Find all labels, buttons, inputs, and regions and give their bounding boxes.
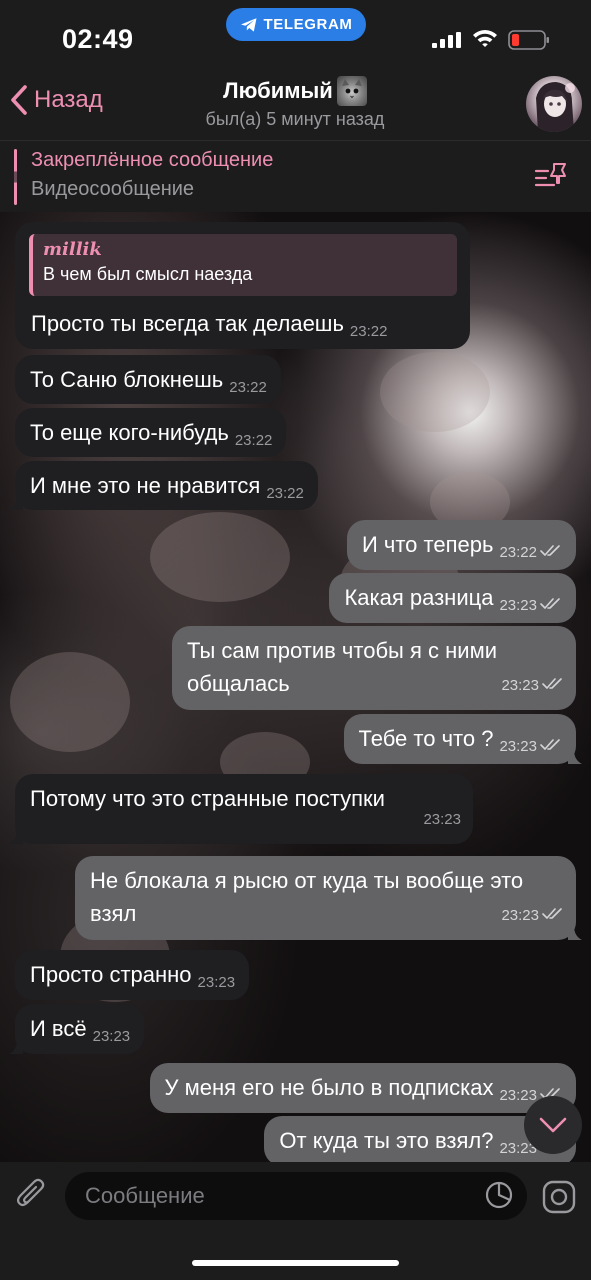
wifi-icon [473,30,497,47]
bubble-tail [9,496,23,510]
bubble-tail [568,750,582,764]
chat-status: был(а) 5 минут назад [205,109,385,129]
telegram-pill-label: TELEGRAM [263,16,353,33]
camera-icon[interactable] [541,1179,577,1215]
message-time: 23:23 [197,974,236,991]
reply-author: millik [43,239,102,260]
pinned-title: Закреплённое сообщение [31,149,274,171]
message-text: Тебе то что ? [358,726,494,751]
message-outgoing[interactable]: Тебе то что ? 23:23 [343,714,582,764]
message-time: 23:23 [499,1087,537,1104]
reply-text: В чем был смысл наезда [43,264,253,284]
read-checks-icon [540,545,560,556]
message-text: От куда ты это взял? [279,1128,494,1153]
message-time: 23:22 [349,323,388,340]
message-text: У меня его не было в подписках [164,1075,494,1100]
message-time: 23:22 [229,379,267,396]
scroll-to-bottom-button[interactable] [524,1096,582,1154]
message-time: 23:23 [423,811,461,828]
message-meta: 23:22 [499,536,562,569]
message-time: 23:23 [499,738,537,755]
message-time: 23:23 [501,907,539,924]
back-chevron-icon [11,85,27,115]
message-text: Какая разница [344,585,494,610]
chevron-down-icon [539,1117,567,1133]
message-time: 23:23 [499,597,537,614]
pinned-text: Видеосообщение [31,178,195,200]
message-incoming[interactable]: Просто странно 23:23 [15,950,250,1000]
message-text: Ты сам против чтобы я с ними общалась [187,638,497,696]
chat-title-block[interactable]: Любимый был(а) 5 минут назад [150,76,440,130]
battery-icon [508,30,549,50]
message-outgoing[interactable]: Не блокала я рысю от куда ты вообще это … [75,856,582,940]
pinned-indicator [14,149,17,205]
read-checks-icon [540,739,560,750]
message-text: То еще кого-нибудь [30,420,229,445]
message-incoming[interactable]: И всё 23:23 [9,1004,145,1054]
message-meta: 23:23 [501,899,564,932]
message-text: Просто ты всегда так делаешь [31,311,344,336]
read-checks-icon [540,598,560,609]
paperclip-icon[interactable] [14,1176,50,1212]
sticker-icon[interactable] [484,1180,514,1210]
message-text: Потому что это странные поступки [30,786,385,811]
message-meta: 23:23 [501,669,564,702]
message-incoming[interactable]: То еще кого-нибудь 23:22 [15,408,287,457]
bubble-tail [568,926,582,940]
message-time: 23:23 [92,1028,131,1045]
message-outgoing[interactable]: Ты сам против чтобы я с ними общалась 23… [172,626,576,710]
message-input[interactable] [65,1172,527,1220]
message-incoming[interactable]: И мне это не нравится 23:22 [9,461,318,510]
message-time: 23:23 [501,677,539,694]
message-meta: 23:23 [499,589,562,622]
message-text: То Саню блокнешь [30,367,224,392]
message-meta: 23:23 [499,730,562,763]
telegram-icon [240,17,257,32]
message-text: И мне это не нравится [30,473,261,498]
message-text: И всё [30,1016,87,1041]
message-time: 23:22 [266,485,304,502]
chat-title: Любимый [223,76,367,106]
message-text: Просто странно [30,962,192,987]
cat-emoji-icon [336,76,367,106]
message-text: И что теперь [361,532,494,557]
message-outgoing[interactable]: У меня его не было в подписках 23:23 [149,1063,576,1113]
message-incoming[interactable]: Потому что это странные поступки 23:23 [9,774,473,844]
bubble-tail [9,1040,23,1054]
message-incoming[interactable]: То Саню блокнешь 23:22 [15,355,281,404]
signal-icon [432,32,461,48]
message-outgoing[interactable]: Какая разница 23:23 [329,573,576,623]
back-label: Назад [34,86,103,113]
read-checks-icon [542,678,562,689]
chat-title-text: Любимый [223,78,333,103]
back-button[interactable]: Назад [10,84,103,116]
message-text: Не блокала я рысю от куда ты вообще это … [90,868,524,926]
pinned-list-icon[interactable] [534,161,568,191]
reply-preview[interactable]: millik В чем был смысл наезда [29,234,457,296]
status-time: 02:49 [62,24,134,54]
telegram-pill[interactable]: TELEGRAM [226,8,366,41]
read-checks-icon [542,908,562,919]
message-time: 23:22 [234,432,273,449]
bubble-tail [9,830,23,844]
pinned-message[interactable]: Закреплённое сообщение Видеосообщение [0,140,591,212]
message-outgoing[interactable]: И что теперь 23:22 [346,520,576,570]
message-incoming[interactable]: millik В чем был смысл наезда Просто ты … [15,222,470,349]
chat-header: Назад Любимый был(а) 5 минут назад [0,72,591,140]
avatar[interactable] [526,76,582,132]
message-time: 23:22 [499,544,537,561]
status-bar: 02:49 TELEGRAM [0,0,591,72]
home-indicator [192,1260,399,1266]
